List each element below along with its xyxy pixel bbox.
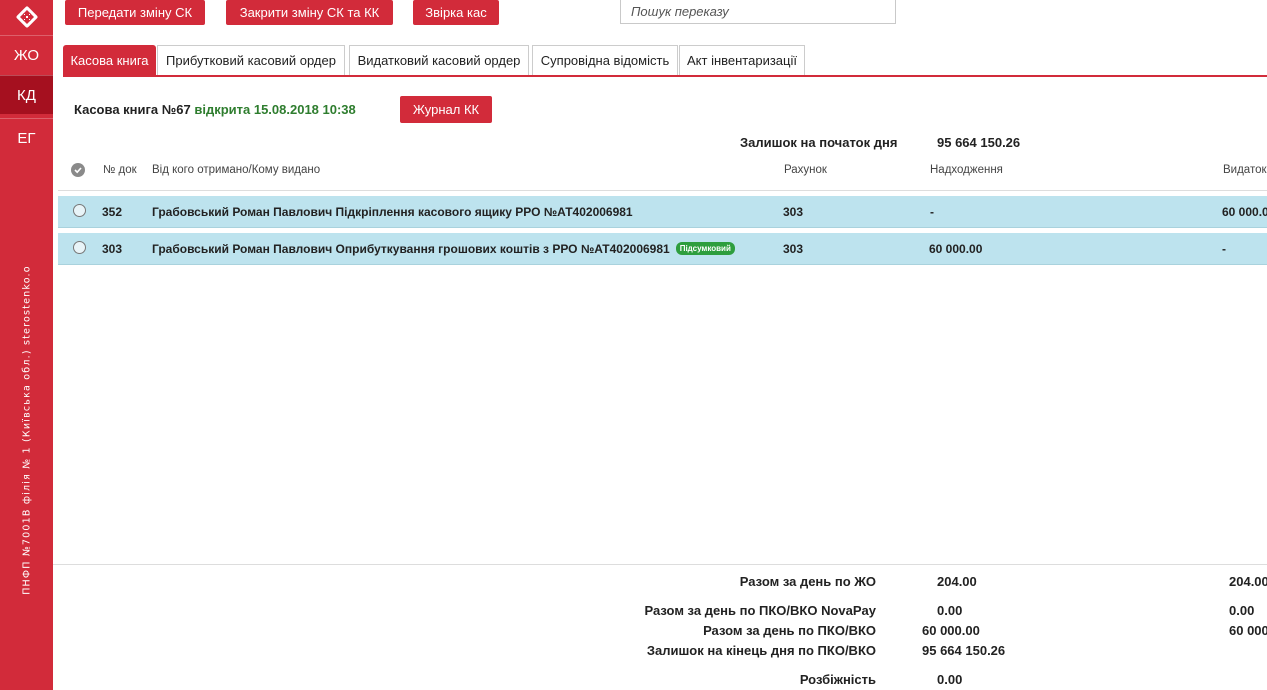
total-jo-expense: 204.00 [1229, 574, 1267, 589]
row-expense: 60 000.00 [1222, 204, 1267, 219]
header-doc-no[interactable]: № док [103, 164, 137, 176]
row-select-radio[interactable] [73, 241, 86, 254]
table-row[interactable]: 352 Грабовський Роман Павлович Підкріпле… [58, 196, 1267, 228]
search-transfer-input[interactable] [620, 0, 896, 24]
row-select-radio[interactable] [73, 204, 86, 217]
cashbook-journal-button[interactable]: Журнал КК [400, 96, 492, 123]
opening-balance-label: Залишок на початок дня [740, 135, 898, 150]
table-row[interactable]: 303 Грабовський Роман Павлович Оприбутку… [58, 233, 1267, 265]
total-jo-label: Разом за день по ЖО [739, 574, 876, 589]
tab-cashbook[interactable]: Касова книга [63, 45, 156, 75]
opening-balance-value: 95 664 150.26 [937, 135, 1021, 150]
select-all-checkbox[interactable] [71, 163, 85, 177]
cash-reconciliation-button[interactable]: Звірка кас [413, 0, 499, 25]
tab-underline [63, 75, 1267, 77]
summary-badge: Підсумковий [675, 242, 735, 255]
cashbook-status: відкрита 15.08.2018 10:38 [194, 102, 356, 117]
total-novapay-income: 0.00 [937, 603, 963, 618]
row-income: 60 000.00 [929, 241, 983, 256]
row-expense: - [1222, 241, 1226, 256]
header-account[interactable]: Рахунок [784, 164, 827, 176]
close-shift-button[interactable]: Закрити зміну СК та КК [226, 0, 393, 25]
tab-expense-order[interactable]: Видатковий касовий ордер [349, 45, 529, 75]
row-doc-no: 352 [102, 204, 123, 219]
row-doc-no: 303 [102, 241, 123, 256]
header-divider [58, 190, 1267, 191]
transfer-shift-button[interactable]: Передати зміну СК [65, 0, 205, 25]
tab-accompanying-statement[interactable]: Супровідна відомість [532, 45, 678, 75]
total-pko-label: Разом за день по ПКО/ВКО [703, 623, 876, 638]
sidebar-item-label: КД [17, 86, 36, 104]
total-novapay-label: Разом за день по ПКО/ВКО NovaPay [644, 603, 876, 618]
header-party[interactable]: Від кого отримано/Кому видано [152, 164, 320, 176]
row-income: - [930, 204, 934, 219]
check-icon [74, 167, 82, 174]
row-party: Грабовський Роман Павлович Підкріплення … [152, 204, 633, 219]
sidebar-item-eg[interactable]: ЕГ [0, 118, 53, 157]
cashbook-number: Касова книга №67 [74, 102, 191, 117]
sidebar-item-jo[interactable]: ЖО [0, 35, 53, 74]
cashbook-title: Касова книга №67 відкрита 15.08.2018 10:… [74, 102, 356, 117]
sidebar-item-label: ЖО [13, 46, 40, 64]
discrepancy-value: 0.00 [937, 672, 963, 687]
closing-balance-label: Залишок на кінець дня по ПКО/ВКО [646, 643, 876, 658]
total-jo-income: 204.00 [937, 574, 977, 589]
row-account: 303 [783, 241, 804, 256]
footer-divider [53, 564, 1267, 565]
row-party: Грабовський Роман Павлович Оприбуткуванн… [152, 241, 670, 256]
header-expense[interactable]: Видаток [1223, 164, 1267, 176]
total-pko-expense: 60 000.00 [1229, 623, 1267, 638]
sidebar-item-kd[interactable]: КД [0, 75, 53, 114]
nova-poshta-logo-icon[interactable] [0, 0, 53, 34]
sidebar-item-label: ЕГ [17, 129, 36, 147]
tab-income-order[interactable]: Прибутковий касовий ордер [157, 45, 345, 75]
closing-balance-value: 95 664 150.26 [922, 643, 1006, 658]
header-income[interactable]: Надходження [930, 164, 1003, 176]
discrepancy-label: Розбіжність [799, 672, 876, 687]
row-party-cell: Грабовський Роман Павлович Оприбуткуванн… [152, 233, 735, 264]
row-account: 303 [783, 204, 804, 219]
branch-info-vertical-text: ПНФП №7001В філія № 1 (Київська обл.) st… [21, 265, 33, 595]
tab-inventory-act[interactable]: Акт інвентаризації [679, 45, 805, 75]
total-pko-income: 60 000.00 [922, 623, 980, 638]
sidebar: ЖО КД ЕГ ПНФП №7001В філія № 1 (Київська… [0, 0, 53, 690]
total-novapay-expense: 0.00 [1229, 603, 1255, 618]
